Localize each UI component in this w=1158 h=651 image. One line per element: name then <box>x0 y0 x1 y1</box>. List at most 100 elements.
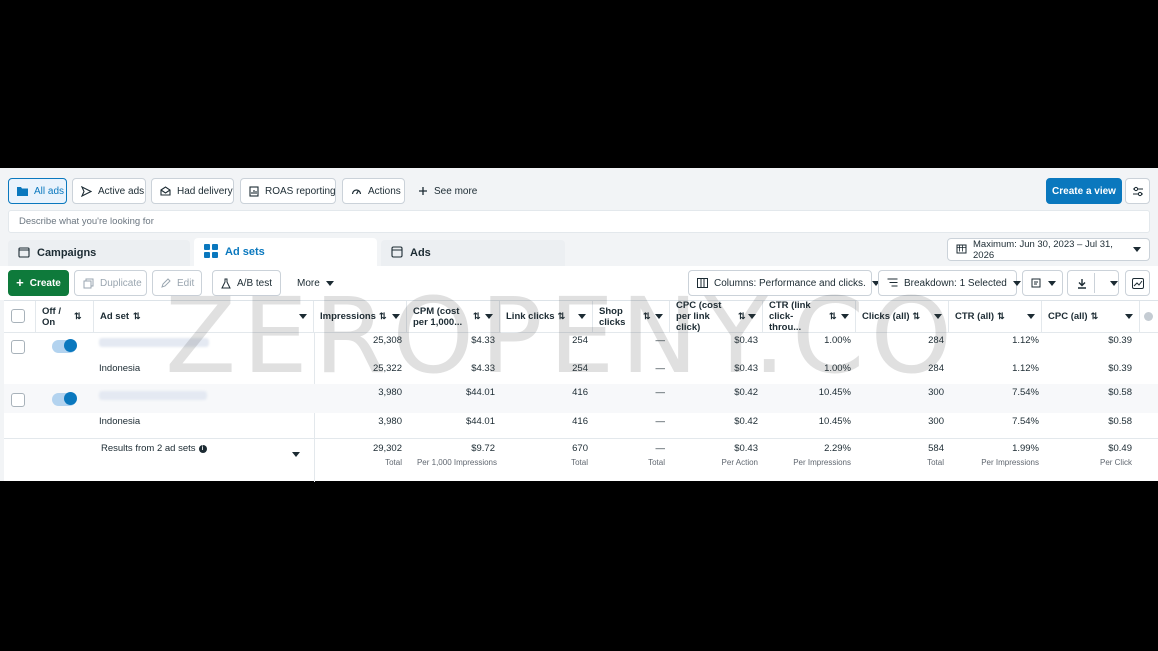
chevron-down-icon <box>1110 280 1118 286</box>
ad-set-name[interactable] <box>99 391 207 400</box>
pencil-icon <box>161 277 171 289</box>
divider <box>1094 273 1095 293</box>
chevron-down-icon <box>325 280 334 286</box>
sort-icon[interactable]: ⇅ <box>1091 311 1099 322</box>
info-icon[interactable]: i <box>198 444 207 453</box>
gauge-icon <box>351 185 362 197</box>
breakdown-row: Indonesia 3,980 $44.01 416 — $0.42 10.45… <box>99 416 1132 427</box>
flask-icon <box>221 277 231 289</box>
row-checkbox[interactable] <box>11 340 25 354</box>
chart-icon <box>1131 277 1144 289</box>
sort-icon[interactable]: ⇅ <box>913 311 921 322</box>
duplicate-icon <box>83 277 94 289</box>
chart-toggle-button[interactable] <box>1125 270 1150 296</box>
chevron-down-icon[interactable] <box>292 452 300 457</box>
ad-icon <box>391 245 403 261</box>
tab-roas-reporting[interactable]: ROAS reporting <box>240 178 336 204</box>
chevron-down-icon <box>1133 247 1141 252</box>
breakdown-icon <box>887 277 898 289</box>
columns-dropdown[interactable]: Columns: Performance and clicks. <box>688 270 880 296</box>
breakdown-dropdown[interactable]: Breakdown: 1 Selected <box>878 270 1021 296</box>
sort-icon[interactable]: ⇅ <box>829 311 837 322</box>
download-button[interactable] <box>1067 270 1119 296</box>
sort-icon[interactable]: ⇅ <box>643 311 651 322</box>
add-column-icon[interactable] <box>1144 312 1153 321</box>
duplicate-button[interactable]: Duplicate <box>74 270 147 296</box>
report-icon <box>249 185 259 197</box>
table-row[interactable]: 25,308 $4.33 254 — $0.43 1.00% 284 1.12%… <box>4 332 1158 360</box>
sort-icon[interactable]: ⇅ <box>133 311 141 322</box>
tab-ad-sets[interactable]: Ad sets <box>194 238 377 266</box>
calendar-icon <box>956 243 967 257</box>
chevron-down-icon[interactable] <box>485 314 493 319</box>
download-icon <box>1076 277 1087 289</box>
ads-manager-panel: All ads Active ads Had delivery ROAS rep… <box>0 168 1158 482</box>
breakdown-row: Indonesia 25,322 $4.33 254 — $0.43 1.00%… <box>99 363 1132 374</box>
delivery-toggle[interactable] <box>52 392 77 406</box>
chevron-down-icon[interactable] <box>655 314 663 319</box>
table-row[interactable]: 3,980 $44.01 416 — $0.42 10.45% 300 7.54… <box>4 384 1158 413</box>
columns-icon <box>697 277 708 289</box>
edit-button[interactable]: Edit <box>152 270 202 296</box>
view-tabs-bar: All ads Active ads Had delivery ROAS rep… <box>0 168 1158 206</box>
export-view-button[interactable] <box>1022 270 1063 296</box>
see-more-button[interactable]: See more <box>410 178 480 204</box>
select-all-checkbox[interactable] <box>11 309 25 323</box>
column-cpc-link[interactable]: CPC (cost per link click) ⇅ <box>670 300 763 333</box>
chevron-down-icon[interactable] <box>578 314 586 319</box>
chevron-down-icon[interactable] <box>1125 314 1133 319</box>
tab-had-delivery[interactable]: Had delivery <box>151 178 234 204</box>
chevron-down-icon <box>1048 280 1056 286</box>
more-button[interactable]: More <box>289 270 339 296</box>
column-cpm[interactable]: CPM (cost per 1,000... ⇅ <box>407 301 500 332</box>
chevron-down-icon[interactable] <box>392 314 400 319</box>
sort-icon[interactable]: ⇅ <box>997 311 1005 322</box>
plus-icon <box>418 185 428 197</box>
sort-icon[interactable]: ⇅ <box>379 311 387 322</box>
column-link-clicks[interactable]: Link clicks ⇅ <box>500 301 593 332</box>
column-clicks-all[interactable]: Clicks (all) ⇅ <box>856 301 949 332</box>
chevron-down-icon[interactable] <box>841 314 849 319</box>
tab-campaigns[interactable]: Campaigns <box>8 240 190 266</box>
search-input[interactable]: Describe what you're looking for <box>8 210 1150 233</box>
row-checkbox[interactable] <box>11 393 25 407</box>
view-settings-button[interactable] <box>1125 178 1150 204</box>
chevron-down-icon[interactable] <box>748 314 756 319</box>
date-range-picker[interactable]: Maximum: Jun 30, 2023 – Jul 31, 2026 <box>947 238 1150 261</box>
add-column-header[interactable] <box>1140 301 1158 332</box>
sliders-icon <box>1132 185 1144 197</box>
ad-set-name[interactable] <box>99 338 209 347</box>
totals-row: Results from 2 ad sets i 29,302 Total $9… <box>101 443 1132 467</box>
folder-icon <box>17 185 28 197</box>
column-ctr-link[interactable]: CTR (link click-throu... ⇅ <box>763 300 856 333</box>
sort-icon[interactable]: ⇅ <box>558 311 566 322</box>
sort-icon[interactable]: ⇅ <box>74 311 82 322</box>
column-off-on[interactable]: Off / On ⇅ <box>36 301 94 332</box>
column-shop-clicks[interactable]: Shop clicks ⇅ <box>593 301 670 332</box>
chevron-down-icon[interactable] <box>1027 314 1035 319</box>
tab-actions[interactable]: Actions <box>342 178 405 204</box>
column-ctr-all[interactable]: CTR (all) ⇅ <box>949 301 1042 332</box>
table-toolbar: + Create Duplicate Edit A/B test More Co… <box>0 266 1158 300</box>
chevron-down-icon[interactable] <box>934 314 942 319</box>
column-ad-set[interactable]: Ad set ⇅ <box>94 301 314 332</box>
create-view-button[interactable]: Create a view <box>1046 178 1122 204</box>
select-all-header <box>4 301 36 332</box>
chevron-down-icon[interactable] <box>299 314 307 319</box>
tab-ads[interactable]: Ads <box>381 240 565 266</box>
column-impressions[interactable]: Impressions ⇅ <box>314 301 407 332</box>
column-cpc-all[interactable]: CPC (all) ⇅ <box>1042 301 1140 332</box>
sort-icon[interactable]: ⇅ <box>473 311 481 322</box>
campaign-icon <box>18 246 30 261</box>
ad-sets-table: Off / On ⇅ Ad set ⇅ Impressions ⇅ CPM (c… <box>4 300 1158 482</box>
send-icon <box>81 185 92 197</box>
sort-icon[interactable]: ⇅ <box>738 311 746 322</box>
plus-icon: + <box>16 275 24 290</box>
delivery-toggle[interactable] <box>52 339 77 353</box>
create-button[interactable]: + Create <box>8 270 69 296</box>
tab-all-ads[interactable]: All ads <box>8 178 67 204</box>
ab-test-button[interactable]: A/B test <box>212 270 281 296</box>
grid-icon <box>204 243 218 261</box>
envelope-icon <box>160 185 171 197</box>
tab-active-ads[interactable]: Active ads <box>72 178 146 204</box>
